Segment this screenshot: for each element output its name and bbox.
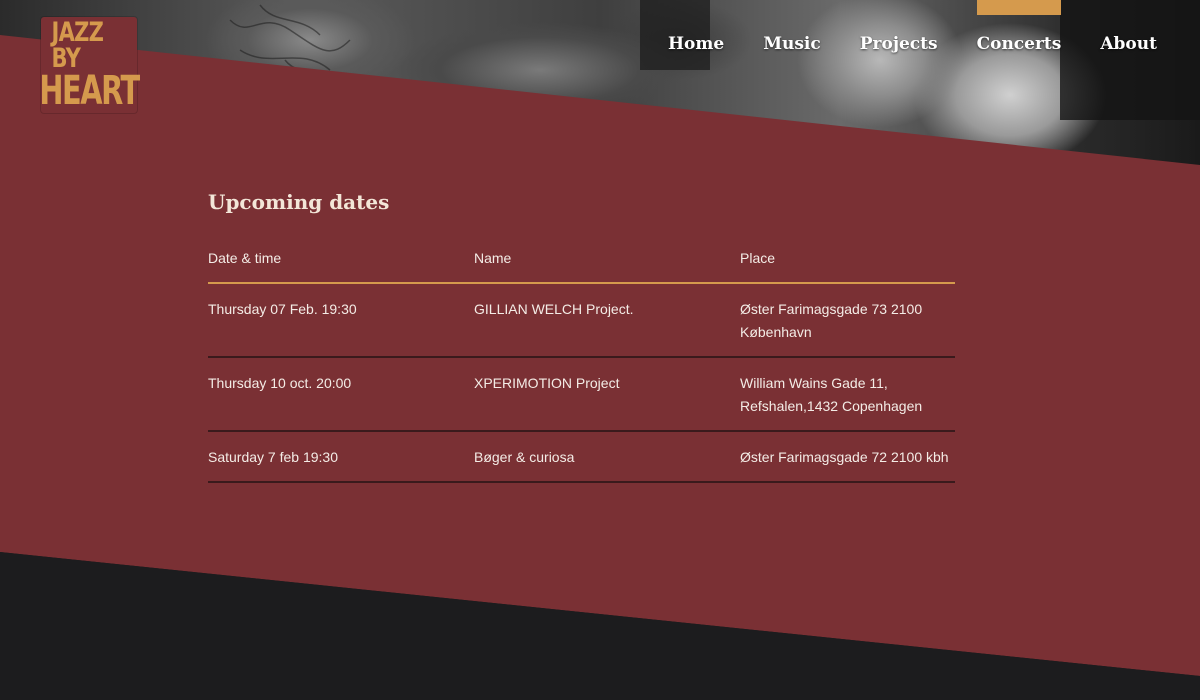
cell-name: Bøger & curiosa bbox=[474, 431, 740, 483]
column-header-name: Name bbox=[474, 250, 740, 284]
cell-date: Thursday 10 oct. 20:00 bbox=[208, 357, 474, 432]
nav-projects[interactable]: Projects bbox=[860, 0, 938, 54]
concerts-section: Upcoming dates Date & time Name Place Th… bbox=[208, 190, 955, 483]
nav-home[interactable]: Home bbox=[668, 0, 724, 54]
cell-date: Thursday 07 Feb. 19:30 bbox=[208, 283, 474, 358]
cell-place: William Wains Gade 11, Refshalen,1432 Co… bbox=[740, 357, 955, 432]
cell-name: GILLIAN WELCH Project. bbox=[474, 283, 740, 358]
cell-place: Øster Farimagsgade 72 2100 kbh bbox=[740, 431, 955, 483]
logo-text-line1: JAZZ BY bbox=[51, 17, 104, 74]
column-header-date: Date & time bbox=[208, 250, 474, 284]
nav-concerts[interactable]: Concerts bbox=[976, 0, 1061, 54]
table-row: Thursday 10 oct. 20:00 XPERIMOTION Proje… bbox=[208, 357, 955, 432]
cell-place: Øster Farimagsgade 73 2100 København bbox=[740, 283, 955, 358]
column-header-place: Place bbox=[740, 250, 955, 284]
nav-music[interactable]: Music bbox=[763, 0, 821, 54]
main-nav: Home Music Projects Concerts About bbox=[629, 0, 1157, 90]
logo-text-line2: HEART bbox=[39, 67, 140, 114]
section-title: Upcoming dates bbox=[208, 190, 390, 214]
nav-about[interactable]: About bbox=[1100, 0, 1157, 54]
site-logo[interactable]: JAZZ BY HEART bbox=[39, 17, 140, 114]
cell-date: Saturday 7 feb 19:30 bbox=[208, 431, 474, 483]
table-row: Thursday 07 Feb. 19:30 GILLIAN WELCH Pro… bbox=[208, 283, 955, 358]
concerts-table: Date & time Name Place Thursday 07 Feb. … bbox=[208, 250, 955, 483]
cell-name: XPERIMOTION Project bbox=[474, 357, 740, 432]
table-header-row: Date & time Name Place bbox=[208, 250, 955, 284]
table-row: Saturday 7 feb 19:30 Bøger & curiosa Øst… bbox=[208, 431, 955, 483]
